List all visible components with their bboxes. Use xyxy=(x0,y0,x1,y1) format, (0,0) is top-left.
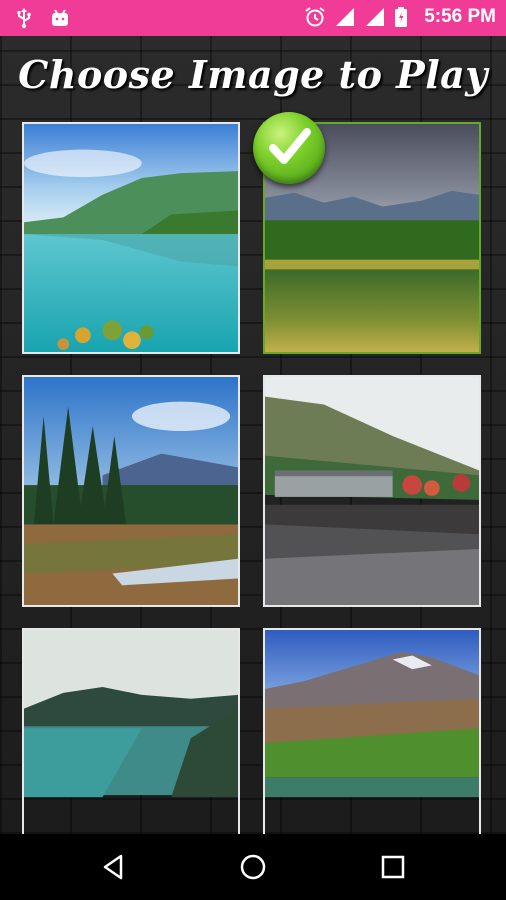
gallery-image-3[interactable] xyxy=(22,375,240,607)
gallery-image-6[interactable] xyxy=(263,628,481,860)
home-icon[interactable] xyxy=(238,852,268,882)
status-bar: 5:56 PM xyxy=(0,0,506,36)
android-notification-icon xyxy=(50,7,70,29)
alarm-icon xyxy=(304,6,325,28)
usb-icon xyxy=(14,7,34,29)
gallery-image-1[interactable] xyxy=(22,122,240,354)
page-title: Choose Image to Play xyxy=(18,52,488,97)
back-icon[interactable] xyxy=(99,852,129,882)
signal-icon-2 xyxy=(364,6,385,28)
status-time: 5:56 PM xyxy=(424,6,496,27)
recents-icon[interactable] xyxy=(378,852,408,882)
battery-icon xyxy=(394,6,414,28)
gallery-image-5[interactable] xyxy=(22,628,240,860)
navigation-bar xyxy=(0,834,506,900)
check-icon xyxy=(253,112,325,184)
signal-icon xyxy=(334,6,355,28)
gallery-image-4[interactable] xyxy=(263,375,481,607)
